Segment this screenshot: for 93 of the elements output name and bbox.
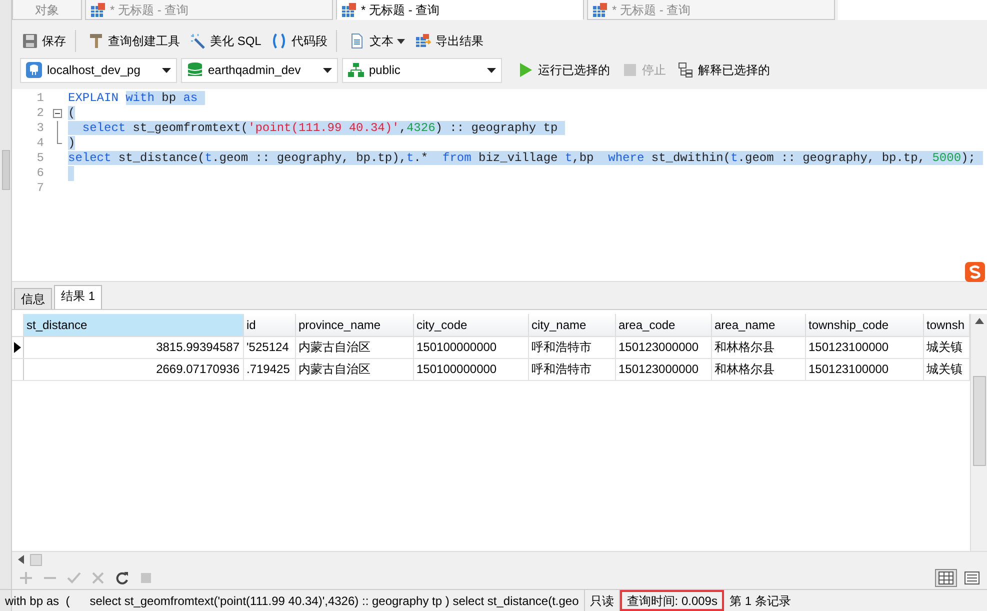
editor-tab[interactable]: * 无标题 - 查询	[336, 0, 584, 20]
toolbar-button[interactable]: 运行已选择的	[514, 61, 614, 79]
line-number: 5	[36, 151, 45, 166]
caret-icon	[397, 38, 406, 44]
column-header[interactable]: province_name	[295, 314, 413, 336]
toolbar-button[interactable]: 代码段	[269, 30, 338, 52]
scroll-up-icon	[974, 318, 984, 324]
magic-wand-icon	[190, 33, 206, 49]
table-icon	[341, 2, 357, 18]
parentheses-icon	[271, 33, 288, 49]
form-view-icon	[964, 571, 980, 585]
toolbar-button[interactable]: 保存	[20, 30, 76, 52]
status-text: 查询时间: 0.009s	[620, 590, 724, 611]
table-cell: 150100000000	[413, 336, 528, 358]
dropdown-select[interactable]: earthqadmin_dev	[181, 58, 338, 82]
hammer-icon	[88, 33, 104, 49]
toolbar-button[interactable]: 导出结果	[413, 30, 486, 52]
code-line: EXPLAIN with bp as	[64, 91, 205, 106]
table-cell: 和林格尔县	[711, 336, 805, 358]
document-icon	[349, 33, 366, 49]
fold-end-icon	[56, 136, 62, 144]
status-text: with bp as ( select st_geomfromtext('point(111.99 40.34)',4326) :: geography tp ) select st_distance(t.geo	[0, 590, 585, 611]
table-cell: .719425	[243, 358, 295, 380]
code-line: select st_distance(t.geom :: geography, bp.tp),t.* from biz_village t,bp where st_dwithin(t.geom :: geography, bp.tp, 5000);	[64, 151, 983, 166]
diagram-icon	[678, 62, 694, 78]
table-cell: 150123000000	[615, 336, 711, 358]
caret-icon	[162, 68, 171, 72]
table-cell: 150100000000	[413, 358, 528, 380]
toolbar-button[interactable]: 解释已选择的	[674, 61, 774, 79]
fold-marker-icon	[52, 109, 62, 118]
line-number: 1	[36, 91, 45, 106]
column-header[interactable]: city_code	[413, 314, 528, 336]
column-header[interactable]: area_code	[615, 314, 711, 336]
column-header[interactable]: township_code	[805, 314, 923, 336]
grid-view-icon	[938, 571, 954, 585]
view-toggle-button[interactable]	[935, 569, 957, 587]
code-editor[interactable]	[12, 89, 987, 282]
toolbar-button[interactable]: 查询创建工具	[86, 30, 182, 52]
line-number: 6	[36, 166, 45, 181]
column-header[interactable]: id	[243, 314, 295, 336]
elephant-icon	[26, 62, 42, 78]
result-tab[interactable]: 结果 1	[54, 285, 102, 309]
caret-icon	[323, 68, 332, 72]
table-cell: 150123000000	[615, 358, 711, 380]
table-cell: 呼和浩特市	[528, 336, 615, 358]
table-icon	[592, 2, 608, 18]
database-icon	[187, 62, 203, 78]
status-text: 只读	[584, 590, 620, 611]
column-header[interactable]: city_name	[528, 314, 615, 336]
table-icon	[90, 2, 106, 18]
scroll-left-icon	[18, 555, 24, 564]
refresh-icon	[115, 571, 129, 585]
check-icon	[67, 571, 81, 585]
line-number: 7	[36, 181, 45, 196]
table-cell: '525124	[243, 336, 295, 358]
scrollbar-thumb[interactable]	[972, 376, 986, 466]
table-cell: 内蒙古自治区	[295, 358, 413, 380]
result-tab[interactable]: 信息	[14, 288, 52, 309]
stop-icon	[622, 62, 638, 78]
fold-line-icon	[56, 121, 58, 136]
table-cell: 内蒙古自治区	[295, 336, 413, 358]
toolbar-button[interactable]: 美化 SQL	[188, 30, 264, 52]
code-line: select st_geomfromtext('point(111.99 40.34)',4326) :: geography tp	[64, 121, 565, 136]
row-indicator[interactable]	[12, 336, 23, 358]
toolbar-button[interactable]: 文本	[347, 30, 408, 52]
table-cell: 150123100000	[805, 358, 923, 380]
dropdown-select[interactable]: public	[342, 58, 502, 82]
table-export-icon	[415, 33, 432, 49]
status-text: 第 1 条记录	[728, 592, 792, 610]
table-cell: 呼和浩特市	[528, 358, 615, 380]
table-cell: 城关镇	[923, 336, 969, 358]
column-header[interactable]: townsh	[923, 314, 969, 336]
table-cell: 2669.07170936	[23, 358, 243, 380]
caret-icon	[487, 68, 496, 72]
table-cell: 150123100000	[805, 336, 923, 358]
table-cell: 3815.99394587	[23, 336, 243, 358]
scrollbar-thumb[interactable]	[2, 150, 10, 190]
column-header[interactable]: st_distance	[23, 314, 243, 336]
dropdown-select[interactable]: localhost_dev_pg	[20, 58, 177, 82]
stop-icon	[139, 571, 153, 585]
row-pointer-icon	[14, 342, 21, 354]
table-cell: 城关镇	[923, 358, 969, 380]
plus-icon	[19, 571, 33, 585]
scrollbar-thumb[interactable]	[30, 554, 42, 566]
line-number: 3	[36, 121, 45, 136]
line-number: 4	[36, 136, 45, 151]
line-number: 2	[36, 106, 45, 121]
hierarchy-icon	[348, 62, 364, 78]
column-header[interactable]: area_name	[711, 314, 805, 336]
close-icon	[91, 571, 105, 585]
table-cell: 和林格尔县	[711, 358, 805, 380]
ime-icon	[965, 262, 985, 282]
play-icon	[518, 62, 534, 78]
